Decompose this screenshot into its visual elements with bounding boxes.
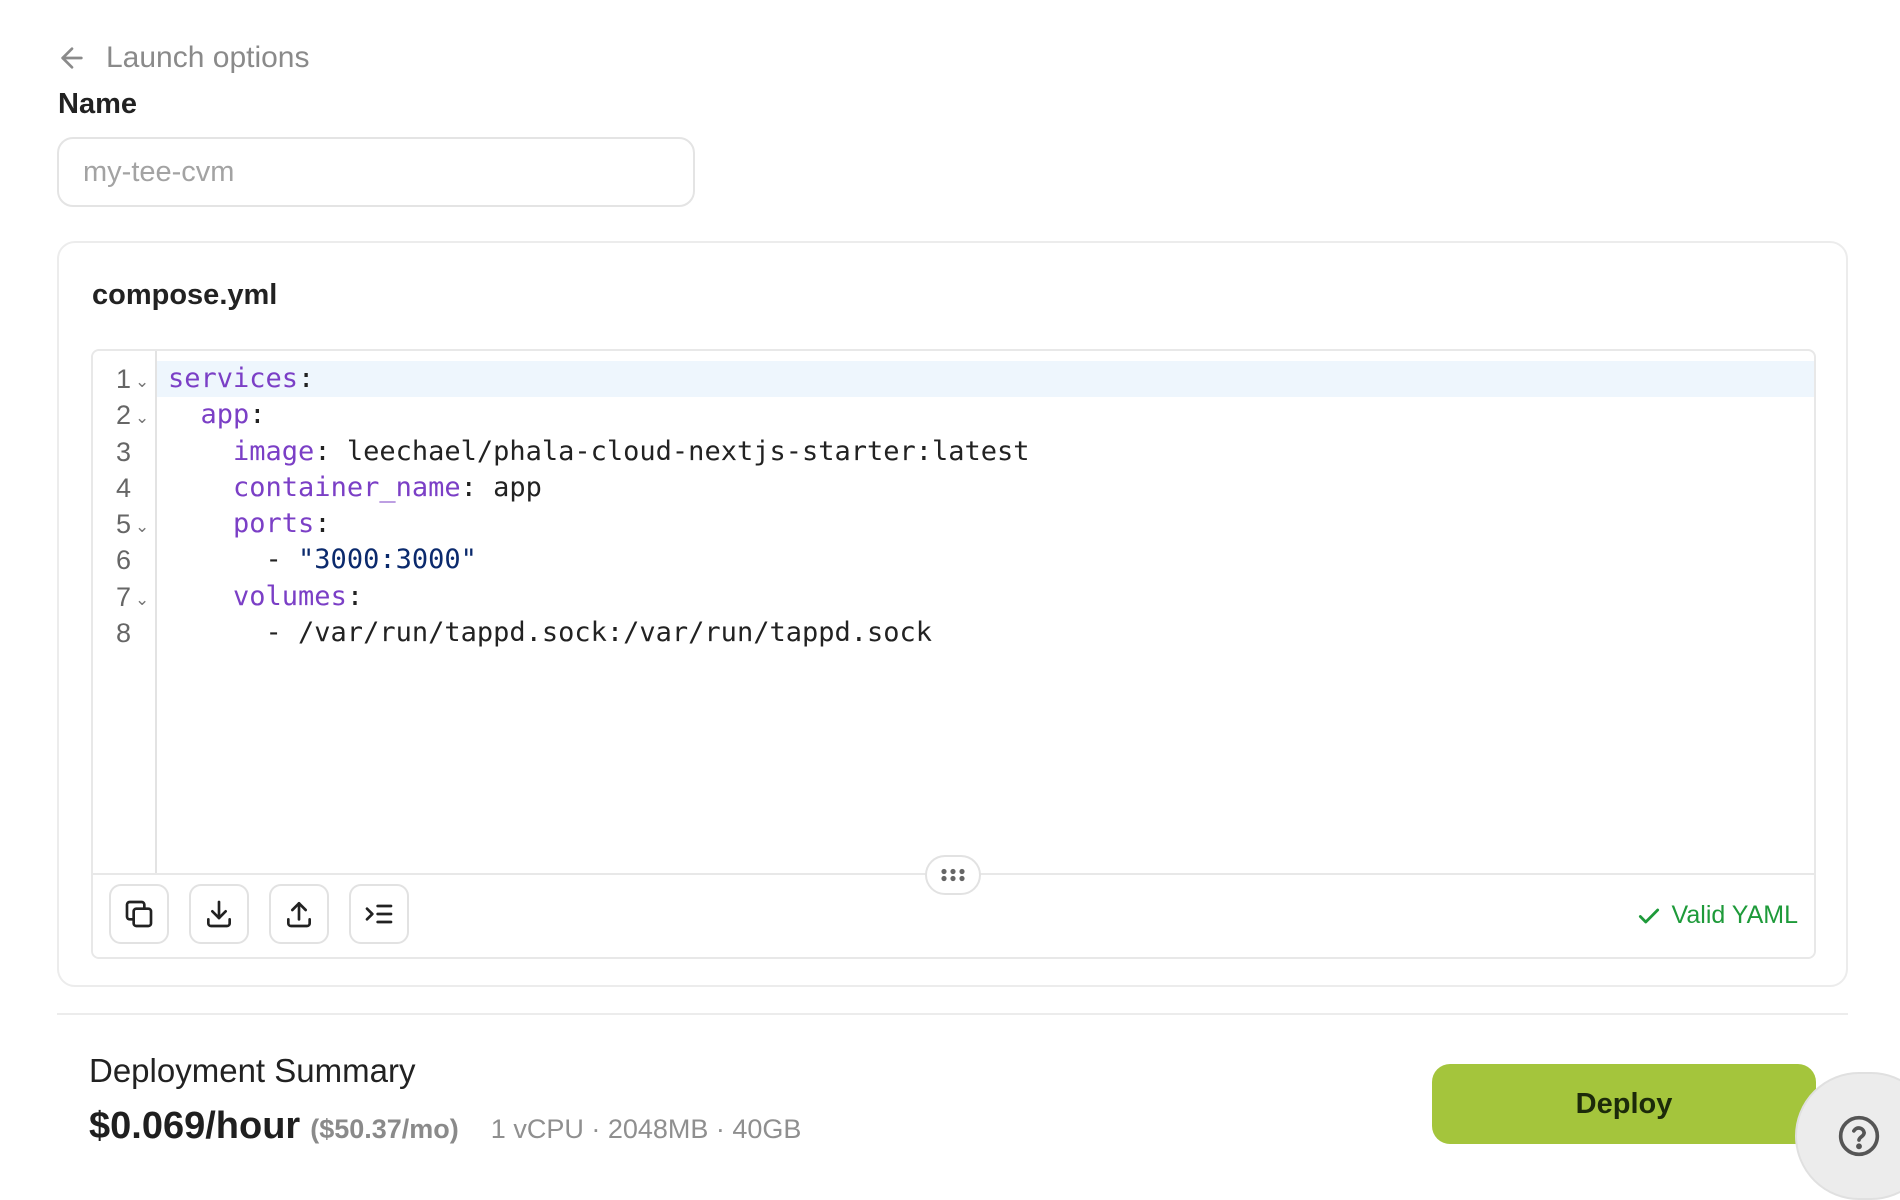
upload-icon — [287, 902, 311, 928]
validation-status-text: Valid YAML — [1671, 901, 1798, 929]
fold-chevron-icon[interactable]: ⌄ — [135, 509, 149, 545]
code-text: services: — [168, 361, 314, 397]
code-line[interactable]: 1 ⌄ services: — [93, 361, 1814, 397]
resize-handle[interactable] — [925, 855, 981, 895]
fold-chevron-icon[interactable]: ⌄ — [135, 582, 149, 618]
fold-chevron-icon[interactable]: ⌄ — [135, 364, 149, 400]
line-number: 8 — [115, 618, 131, 649]
compose-card: compose.yml 1 ⌄ services: 2 ⌄ app: 3 image: l… — [57, 241, 1848, 987]
code-line[interactable]: 5 ⌄ ports: — [93, 506, 1814, 542]
fold-chevron-icon[interactable]: ⌄ — [135, 400, 149, 436]
instance-specs: 1 vCPU · 2048MB · 40GB — [490, 1114, 802, 1144]
yaml-text — [168, 436, 233, 467]
compose-title: compose.yml — [92, 279, 278, 311]
yaml-text — [168, 399, 201, 430]
yaml-key: volumes — [233, 580, 347, 612]
yaml-text — [168, 472, 233, 503]
yaml-key: app — [200, 399, 250, 431]
yaml-text: : — [298, 363, 315, 394]
yaml-text — [168, 508, 233, 539]
price-per-hour: $0.069/hour — [89, 1105, 301, 1147]
code-line[interactable]: 6 - "3000:3000" — [93, 542, 1814, 578]
code-text: container_name: app — [168, 470, 542, 506]
copy-button[interactable] — [109, 884, 169, 944]
code-line[interactable]: 4 container_name: app — [93, 470, 1814, 506]
code-line[interactable]: 8 - /var/run/tappd.sock:/var/run/tappd.s… — [93, 615, 1814, 651]
name-label: Name — [58, 88, 137, 120]
yaml-text: : — [346, 580, 364, 612]
line-number: 4 — [115, 472, 131, 503]
format-button[interactable] — [349, 884, 409, 944]
yaml-text: : app — [460, 471, 542, 503]
yaml-key: image — [233, 435, 315, 467]
code-editor[interactable]: 1 ⌄ services: 2 ⌄ app: 3 image: leechael/phal… — [91, 349, 1816, 959]
arrow-left-icon — [61, 47, 83, 69]
copy-icon — [125, 900, 153, 928]
upload-button[interactable] — [269, 884, 329, 944]
code-line[interactable]: 3 image: leechael/phala-cloud-nextjs-sta… — [93, 434, 1814, 470]
price-row: $0.069/hour ($50.37/mo) 1 vCPU · 2048MB … — [89, 1105, 801, 1148]
yaml-text: : — [249, 399, 266, 431]
line-number: 7 — [115, 581, 131, 612]
code-lines[interactable]: 1 ⌄ services: 2 ⌄ app: 3 image: leechael/phal… — [93, 361, 1814, 651]
line-number: 1 — [115, 364, 131, 394]
price-per-month: ($50.37/mo) — [310, 1114, 459, 1144]
code-text: ports: — [168, 506, 331, 542]
line-number: 5 — [115, 509, 131, 540]
download-icon — [207, 900, 231, 928]
yaml-text — [168, 581, 233, 612]
back-link[interactable]: Launch options — [56, 38, 310, 78]
code-text: - "3000:3000" — [168, 542, 477, 578]
name-input[interactable] — [57, 137, 695, 207]
back-link-label: Launch options — [106, 41, 310, 74]
code-text: volumes: — [168, 579, 363, 615]
yaml-text: - /var/run/tappd.sock:/var/run/tappd.soc… — [168, 617, 933, 649]
code-text: - /var/run/tappd.sock:/var/run/tappd.soc… — [168, 615, 932, 651]
code-text: image: leechael/phala-cloud-nextjs-start… — [168, 434, 1030, 470]
code-line[interactable]: 7 ⌄ volumes: — [93, 579, 1814, 615]
line-number: 6 — [115, 545, 131, 576]
summary-title: Deployment Summary — [89, 1052, 416, 1089]
editor-toolbar: Valid YAML — [93, 855, 1814, 957]
line-number: 3 — [115, 436, 131, 467]
help-icon — [1838, 1115, 1880, 1157]
yaml-string: "3000:3000" — [298, 544, 477, 576]
yaml-key: services — [168, 363, 299, 394]
yaml-key: ports — [233, 508, 315, 540]
deploy-button[interactable]: Deploy — [1432, 1064, 1816, 1144]
check-icon — [1638, 908, 1659, 923]
divider — [57, 1013, 1848, 1015]
grip-icon — [941, 868, 965, 882]
code-line[interactable]: 2 ⌄ app: — [93, 397, 1814, 433]
line-number: 2 — [115, 400, 131, 431]
code-text: app: — [168, 397, 266, 433]
validation-status: Valid YAML — [1636, 901, 1798, 930]
yaml-text: : leechael/phala-cloud-nextjs-starter:la… — [314, 435, 1030, 467]
yaml-key: container_name — [233, 471, 461, 503]
yaml-text: : — [314, 508, 331, 540]
yaml-text: - — [168, 544, 299, 576]
format-icon — [365, 904, 393, 924]
download-button[interactable] — [189, 884, 249, 944]
